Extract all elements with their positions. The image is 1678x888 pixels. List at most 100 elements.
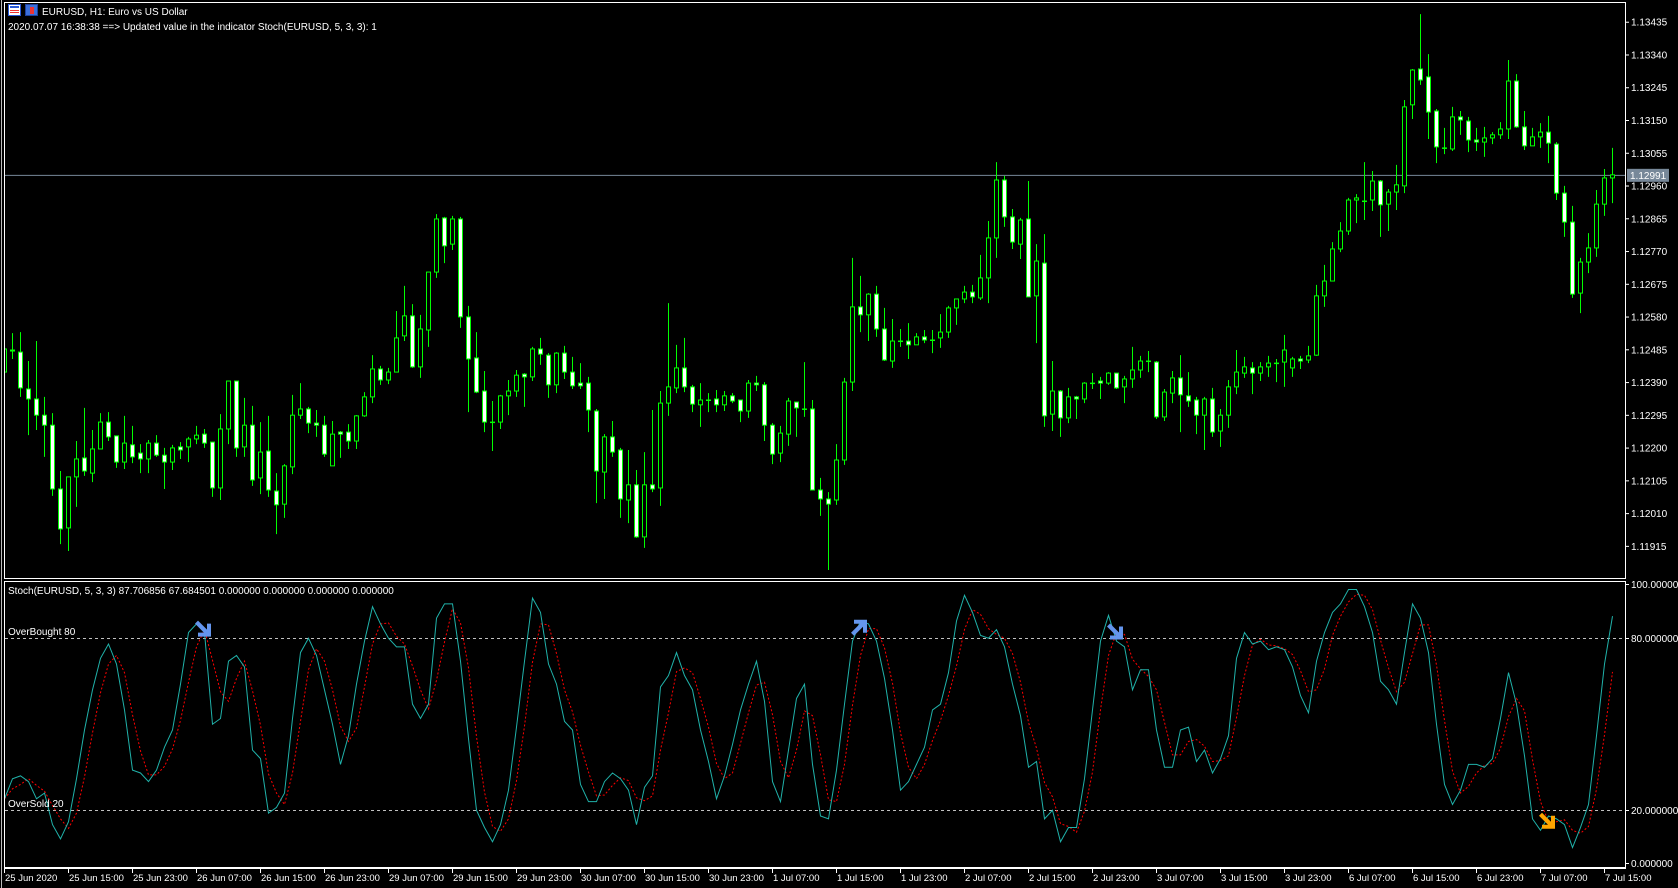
bear-candle-body [138, 452, 143, 460]
candle [858, 275, 863, 333]
bull-candle-body [802, 408, 807, 410]
candle [578, 363, 583, 389]
candle [474, 332, 479, 394]
time-axis-label: 7 Jul 15:00 [1605, 873, 1651, 884]
candle [1050, 361, 1055, 432]
chart-canvas[interactable]: 1.13435 1.13340 1.13245 1.13150 1.13055 1.129… [0, 0, 1678, 888]
candle [338, 431, 343, 458]
candle [546, 353, 551, 398]
time-axis[interactable]: 25 Jun 2020 25 Jun 15:00 25 Jun 23:00 26 Ju… [4, 868, 1652, 884]
candle [498, 394, 503, 429]
bull-candle-body [1122, 378, 1127, 388]
bear-candle-body [306, 408, 311, 424]
bear-candle-body [1458, 116, 1463, 121]
bear-candle-body [882, 328, 887, 361]
candle [1098, 376, 1103, 399]
time-axis-label: 25 Jun 15:00 [69, 873, 124, 884]
bull-candle-body [1162, 391, 1167, 418]
price-axis-label: 1.12580 [1631, 313, 1668, 324]
bull-candle-body [386, 371, 391, 381]
price-axis-label: 1.13340 [1631, 50, 1668, 61]
indicator-header: Stoch(EURUSD, 5, 3, 3) 87.706856 67.6845… [8, 586, 394, 597]
candle [754, 375, 759, 392]
time-axis-label: 1 Jul 15:00 [837, 873, 883, 884]
bear-candle-body [1298, 358, 1303, 362]
bear-candle-body [826, 498, 831, 505]
bear-candle-body [770, 424, 775, 455]
bear-candle-body [130, 444, 135, 458]
bull-candle-body [98, 421, 103, 450]
candle [778, 425, 783, 463]
bull-candle-body [122, 442, 127, 463]
time-axis-label: 2 Jul 15:00 [1029, 873, 1075, 884]
bear-candle-body [714, 398, 719, 406]
bear-candle-body [1098, 380, 1103, 384]
candle [306, 406, 311, 434]
candle [450, 215, 455, 250]
chart-window-icon[interactable] [8, 4, 21, 16]
bull-candle-body [1330, 248, 1335, 282]
candle [1282, 334, 1287, 387]
bull-candle-body [786, 400, 791, 435]
candle [1570, 205, 1575, 298]
candle [1234, 350, 1239, 395]
candle [666, 303, 671, 416]
candle [410, 304, 415, 368]
bull-candle-body [74, 458, 79, 478]
time-axis-label: 29 Jun 15:00 [453, 873, 508, 884]
candle [1434, 108, 1439, 164]
stoch-main-line [5, 589, 1613, 849]
bull-candle-body [898, 340, 903, 343]
stochastic-layer [5, 589, 1613, 849]
bull-candle-body [1394, 184, 1399, 193]
bear-candle-body [1042, 262, 1047, 417]
candle [1610, 147, 1615, 204]
candle [714, 390, 719, 413]
candle [1306, 345, 1311, 364]
time-axis-label: 26 Jun 23:00 [325, 873, 380, 884]
price-axis-label: 1.12105 [1631, 476, 1668, 487]
candle [1442, 127, 1447, 155]
bear-candle-body [482, 390, 487, 423]
price-axis[interactable]: 1.13435 1.13340 1.13245 1.13150 1.13055 1.129… [1625, 18, 1668, 553]
bull-candle-body [962, 291, 967, 300]
expert-advisor-icon[interactable] [25, 4, 38, 16]
candle [26, 361, 31, 436]
bull-candle-body [1506, 80, 1511, 130]
candle [1522, 111, 1527, 150]
candle [1066, 387, 1071, 424]
indicator-axis[interactable]: 100.000000 80.000000 20.000000 0.000000 [1625, 580, 1678, 870]
candle [402, 285, 407, 342]
bear-candle-body [738, 399, 743, 412]
candle [1298, 355, 1303, 369]
candle [602, 434, 607, 499]
candle [658, 391, 663, 506]
candle [730, 393, 735, 404]
candle [138, 444, 143, 474]
candle [218, 414, 223, 500]
candle [66, 476, 71, 552]
candle [962, 285, 967, 304]
bear-candle-body [922, 336, 927, 341]
bull-candle-body [658, 402, 663, 489]
bear-candle-body [266, 450, 271, 491]
bull-candle-body [1274, 362, 1279, 365]
candle [1034, 244, 1039, 344]
candle [258, 422, 263, 495]
indicator-axis-label-80: 80.000000 [1631, 634, 1678, 645]
candle [434, 214, 439, 278]
bear-candle-body [18, 351, 23, 389]
bull-candle-body [834, 459, 839, 501]
bear-candle-body [106, 421, 111, 438]
time-axis-label: 7 Jul 07:00 [1541, 873, 1587, 884]
candle [122, 415, 127, 469]
candle [506, 380, 511, 416]
candle [426, 271, 431, 347]
oversold-label: OverSold 20 [8, 799, 64, 810]
candle [1410, 68, 1415, 119]
bull-candle-body [330, 433, 335, 467]
candle [978, 254, 983, 300]
candle [50, 413, 55, 496]
candle [954, 298, 959, 325]
candle [1578, 257, 1583, 314]
